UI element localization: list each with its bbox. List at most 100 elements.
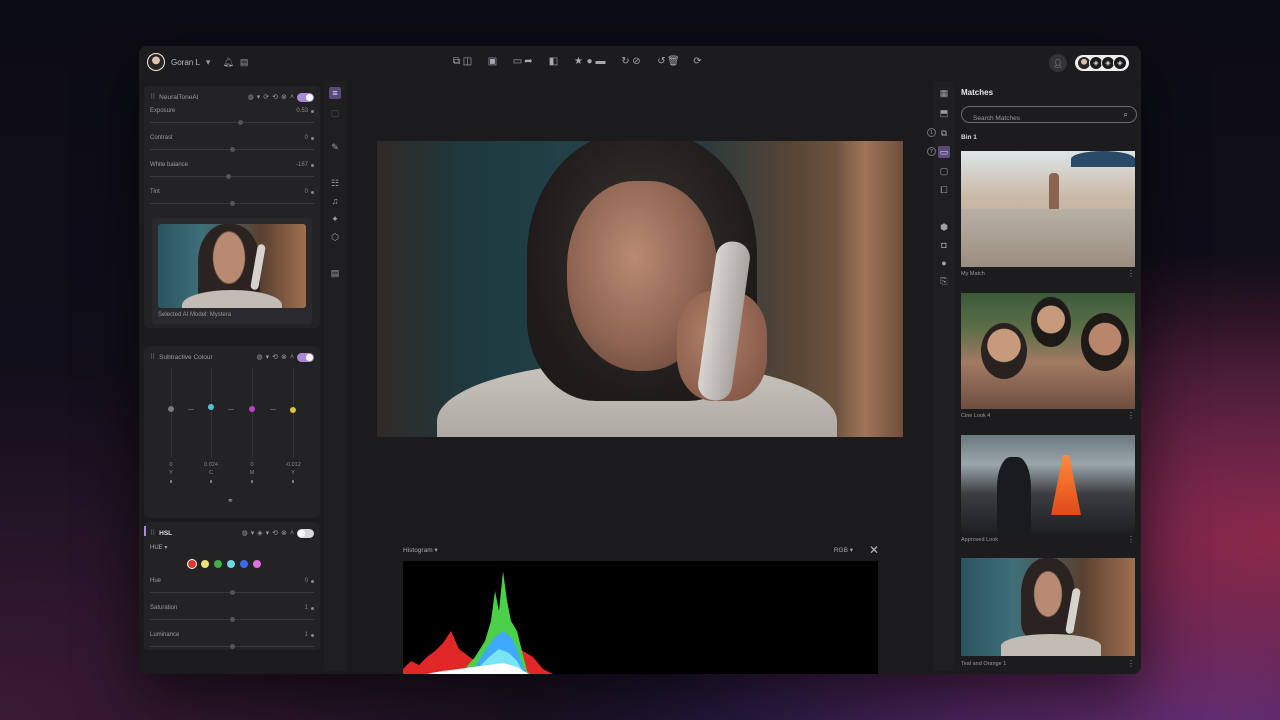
trash-icon[interactable]: 🗑︎ (667, 56, 680, 67)
pages-icon[interactable]: ⧠ (938, 184, 950, 196)
split-view-icon[interactable]: ◫ (462, 56, 473, 67)
close-icon[interactable]: ⊗ (281, 93, 287, 101)
refresh-icon[interactable]: ⟳ (263, 93, 269, 101)
gallery-icon[interactable]: ▣ (487, 56, 498, 67)
enable-toggle[interactable] (297, 528, 314, 538)
matches-icon[interactable]: ▭ (938, 146, 950, 158)
slider-value[interactable]: 0 (305, 578, 308, 584)
search-input[interactable] (962, 111, 1112, 126)
match-thumbnail[interactable] (961, 151, 1135, 267)
label-icon[interactable]: ▬ (595, 56, 606, 67)
tint-slider[interactable]: Tint 0 (150, 189, 314, 211)
close-icon[interactable]: ✕ (869, 543, 879, 557)
enable-toggle[interactable] (297, 352, 314, 362)
slider-value[interactable]: 1 (305, 632, 308, 638)
swatch-yellow[interactable] (201, 560, 209, 568)
more-icon[interactable]: ⋮ (1127, 659, 1135, 668)
keyframe-dot[interactable] (311, 191, 314, 194)
flip-icon[interactable]: ⊘ (631, 56, 642, 67)
collapse-icon[interactable]: ˄ (290, 94, 294, 101)
white-balance-slider[interactable]: White balance -167 (150, 162, 314, 184)
hue-slider[interactable]: Hue 0 (150, 578, 314, 600)
waveform-icon[interactable]: ◍ (257, 353, 263, 361)
magic-wand-icon[interactable]: ✎ (329, 141, 341, 153)
search-box[interactable]: ⌕ (961, 106, 1137, 126)
grid-icon[interactable]: ▦ (938, 87, 950, 99)
user-menu[interactable]: Goran L ▾ 🔔︎ ▤ (147, 53, 248, 71)
cube-icon[interactable]: ⬡ (329, 231, 341, 243)
keyframe-dot[interactable] (311, 110, 314, 113)
chevron-down-icon[interactable]: ▾ (266, 529, 270, 537)
link-icon[interactable]: ⚭ (227, 496, 234, 505)
share-icon[interactable]: ➦ (523, 56, 534, 67)
export-icon[interactable]: ⧉ (451, 56, 462, 67)
search-icon[interactable]: ⌕ (1124, 110, 1128, 120)
history-icon[interactable]: ⟲ (272, 353, 278, 361)
history-icon[interactable]: ⟲ (272, 529, 278, 537)
panel-icon[interactable]: ▤ (329, 267, 341, 279)
chevron-down-icon[interactable]: ▾ (266, 353, 270, 361)
box-icon[interactable]: ⬒ (938, 107, 950, 119)
bell-tool-icon[interactable]: ♫ (329, 195, 341, 207)
more-icon[interactable]: ⋮ (1127, 269, 1135, 278)
swatch-blue[interactable] (240, 560, 248, 568)
keyframe-dot[interactable] (311, 580, 314, 583)
compare-icon[interactable]: ◧ (548, 56, 559, 67)
slider-value[interactable]: 0.53 (296, 108, 308, 114)
sync-icon[interactable]: ⟳ (692, 56, 703, 67)
match-thumbnail[interactable] (961, 435, 1135, 533)
channel-value[interactable]: 0 (240, 462, 264, 468)
histogram-mode-dropdown[interactable]: RGB ▾ (834, 546, 853, 554)
slider-value[interactable]: 1 (305, 605, 308, 611)
drag-handle-icon[interactable]: ⠿ (150, 93, 155, 101)
hsl-mode-dropdown[interactable]: HUE ▾ (150, 544, 167, 551)
saturation-slider[interactable]: Saturation 1 (150, 605, 314, 627)
swatch-red[interactable] (188, 560, 196, 568)
exposure-slider[interactable]: Exposure 0.53 (150, 108, 314, 130)
add-user-button[interactable]: 👤︎ (1049, 54, 1067, 72)
rotate-icon[interactable]: ↻ (620, 56, 631, 67)
histogram-dropdown[interactable]: Histogram ▾ (403, 546, 438, 554)
waveform-icon[interactable]: ◍ (248, 93, 254, 101)
slider-value[interactable]: -167 (296, 162, 308, 168)
history-icon[interactable]: ⟲ (272, 93, 278, 101)
channel-yellow-knob[interactable] (290, 407, 296, 413)
collaborator-avatar[interactable]: ◈ (1113, 56, 1127, 70)
channel-m-knob[interactable] (249, 406, 255, 412)
lut-icon[interactable]: ◘ (938, 239, 950, 251)
channel-y-knob[interactable] (168, 406, 174, 412)
swatch-cyan[interactable] (227, 560, 235, 568)
keyframe-dot[interactable] (311, 164, 314, 167)
ai-model-preview[interactable]: Selected AI Model: Mystera (152, 218, 312, 324)
bell-icon[interactable]: 🔔︎ (222, 57, 233, 68)
close-icon[interactable]: ⊗ (281, 353, 287, 361)
slider-value[interactable]: 0 (305, 135, 308, 141)
main-image[interactable] (377, 141, 903, 437)
chevron-down-icon[interactable]: ▾ (251, 529, 255, 537)
adjustments-icon[interactable]: ≡ (329, 87, 341, 99)
drag-handle-icon[interactable]: ⠿ (150, 529, 155, 537)
chevron-down-icon[interactable]: ▾ (257, 93, 261, 101)
comment-icon[interactable]: ▭ (512, 56, 523, 67)
keyframe-dot[interactable] (311, 634, 314, 637)
document-icon[interactable]: ▤ (240, 57, 249, 68)
more-icon[interactable]: ⋮ (1127, 535, 1135, 544)
file-export-icon[interactable]: ⎘ (938, 275, 950, 287)
channel-value[interactable]: 0 (159, 462, 183, 468)
match-thumbnail[interactable] (961, 558, 1135, 656)
channel-value[interactable]: 0.024 (199, 462, 223, 468)
chat-icon[interactable]: ▢ (938, 165, 950, 177)
avatar[interactable] (147, 53, 165, 71)
channel-c-knob[interactable] (208, 404, 214, 410)
dot-icon[interactable]: ● (584, 56, 595, 67)
star-icon[interactable]: ★ (573, 56, 584, 67)
layers-icon[interactable]: ◈ (257, 529, 262, 537)
packages-icon[interactable]: ⬢ (938, 221, 950, 233)
collapse-icon[interactable]: ˄ (290, 354, 294, 361)
sparkle-icon[interactable]: ✦ (329, 213, 341, 225)
drag-handle-icon[interactable]: ⠿ (150, 353, 155, 361)
user-name[interactable]: Goran L (171, 58, 200, 67)
reset-icon[interactable]: ↺ (656, 56, 667, 67)
keyframe-dot[interactable] (311, 137, 314, 140)
enable-toggle[interactable] (297, 92, 314, 102)
